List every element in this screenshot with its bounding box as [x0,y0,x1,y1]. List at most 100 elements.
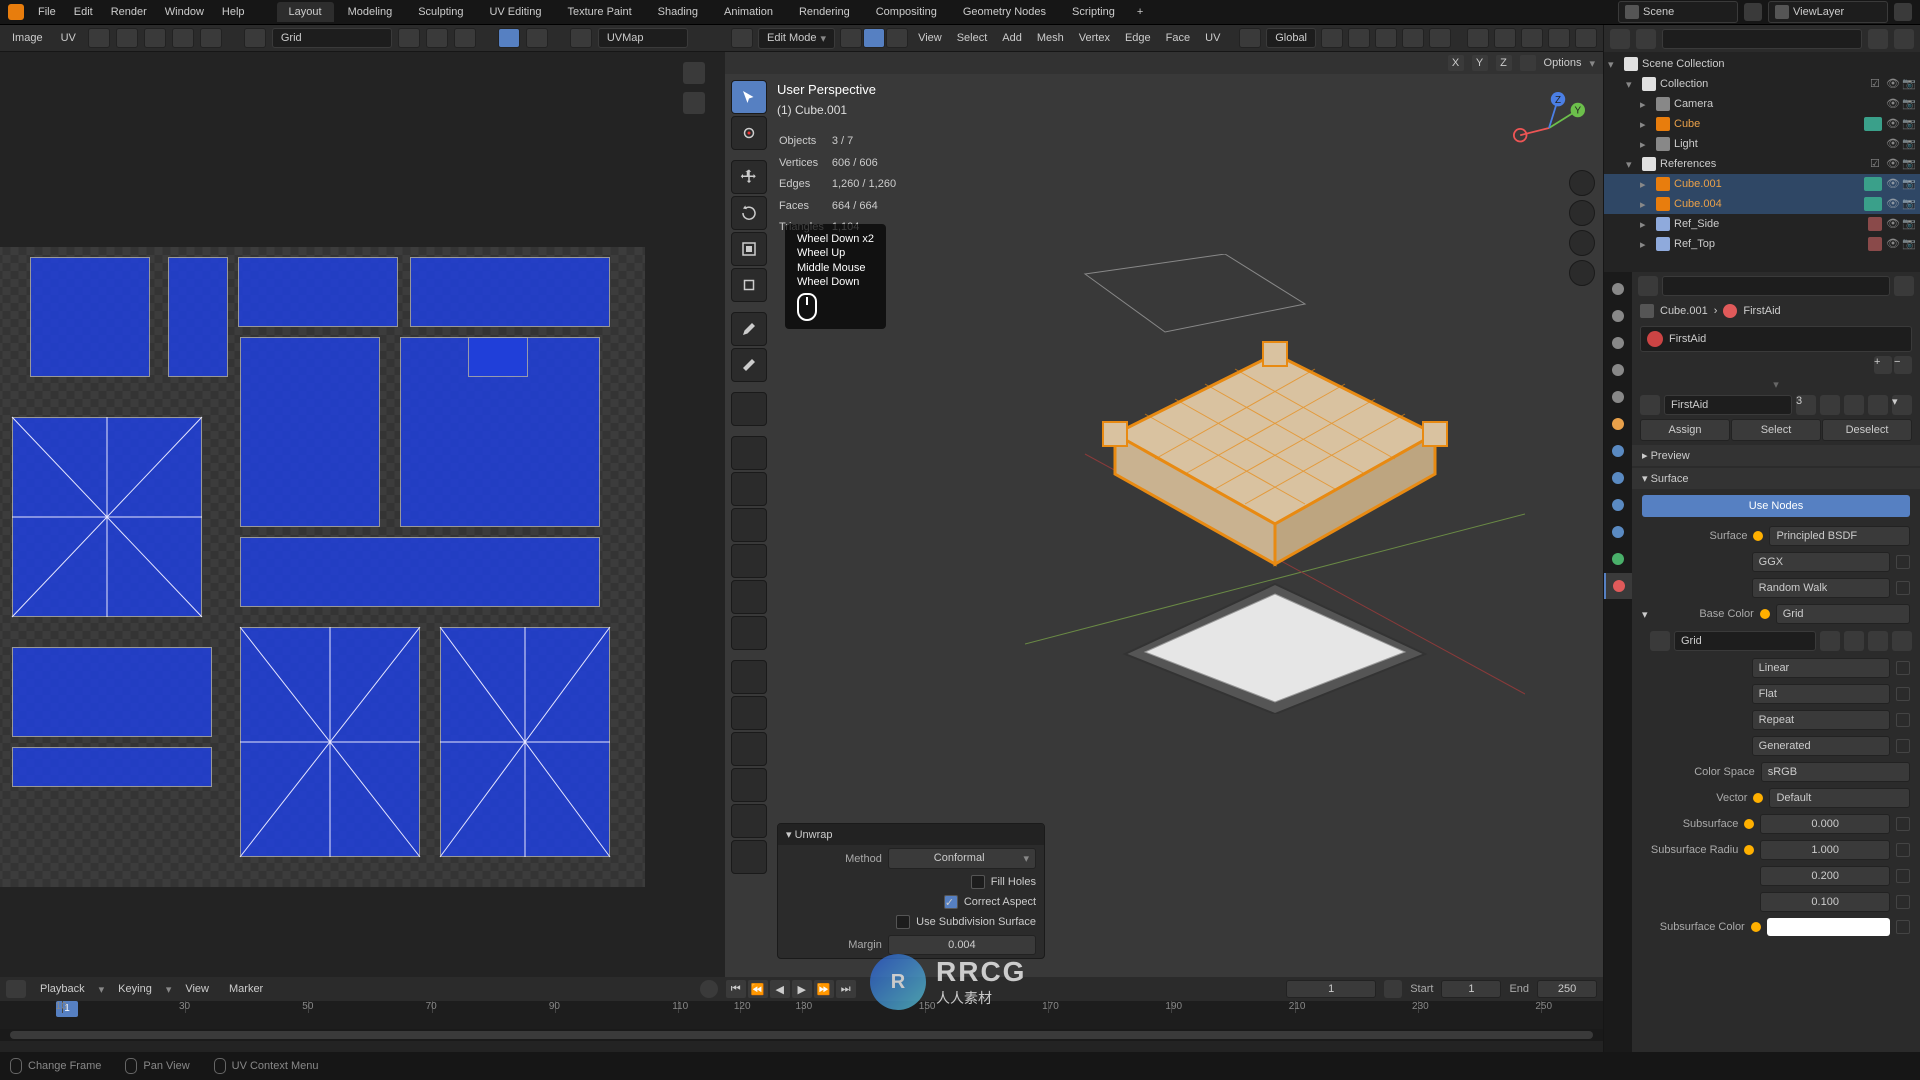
view-layer-new-button[interactable] [1894,3,1912,21]
uv-sync-icon[interactable] [683,62,705,84]
proportional-falloff-button[interactable] [1429,28,1451,48]
material-name-field[interactable]: FirstAid [1664,395,1792,415]
tool-scale[interactable] [731,232,767,266]
prev-keyframe[interactable]: ⏪ [748,980,768,998]
tree-camera[interactable]: ▸Camera👁📷 [1604,94,1920,114]
tree-cube[interactable]: ▸Cube👁📷 [1604,114,1920,134]
op-margin-field[interactable]: 0.004 [888,935,1036,955]
outliner-display-mode[interactable] [1636,29,1656,49]
tex-name-field[interactable]: Grid [1674,631,1816,651]
workspace-rendering[interactable]: Rendering [787,2,862,22]
tab-output[interactable] [1604,303,1632,329]
op-subsurf-checkbox[interactable] [896,915,910,929]
menu-edit[interactable]: Edit [66,2,101,22]
tab-physics[interactable] [1604,492,1632,518]
scene-new-button[interactable] [1744,3,1762,21]
tool-smooth[interactable] [731,696,767,730]
proportional-edit-button[interactable] [1402,28,1424,48]
tex-interp[interactable]: Linear [1752,658,1890,678]
menu-file[interactable]: File [30,2,64,22]
workspace-geometry-nodes[interactable]: Geometry Nodes [951,2,1058,22]
tool-add-cube[interactable] [731,392,767,426]
scene-selector[interactable]: Scene [1618,1,1738,23]
uv-map-selector[interactable]: UVMap [598,28,688,48]
tool-loop-cut[interactable] [731,544,767,578]
base-color-tex[interactable]: Grid [1776,604,1910,624]
view3d-menu-face[interactable]: Face [1161,29,1195,47]
tex-fake[interactable] [1820,631,1840,651]
perspective-toggle-button[interactable] [1569,260,1595,286]
tool-knife[interactable] [731,580,767,614]
deselect-button[interactable]: Deselect [1822,419,1912,441]
timeline-menu-keying[interactable]: Keying [112,980,158,998]
uv-image-new-button[interactable] [398,28,420,48]
material-fake-user[interactable] [1820,395,1840,415]
subsurf-radius-0[interactable]: 1.000 [1760,840,1890,860]
jump-end[interactable]: ⏭ [836,980,856,998]
tool-bevel[interactable] [731,508,767,542]
uv-menu-uv[interactable]: UV [55,29,82,47]
vector-input[interactable]: Default [1769,788,1910,808]
shading-solid-button[interactable] [1575,28,1597,48]
workspace-animation[interactable]: Animation [712,2,785,22]
uv-image-selector[interactable]: Grid [272,28,392,48]
timeline-ruler[interactable]: 1 1030507090110120130150170190210230250 [0,1001,1603,1029]
tab-world[interactable] [1604,384,1632,410]
tool-shear[interactable] [731,804,767,838]
tool-annotate[interactable] [731,312,767,346]
workspace-layout[interactable]: Layout [277,2,334,22]
op-fillholes-checkbox[interactable] [971,875,985,889]
panel-surface[interactable]: ▾ Surface [1632,468,1920,489]
uv-pin-button[interactable] [498,28,520,48]
tree-references[interactable]: ▾References☑👁📷 [1604,154,1920,174]
view-layer-selector[interactable]: ViewLayer [1768,1,1888,23]
use-preview-range[interactable] [1384,980,1402,998]
uv-pan-icon[interactable] [683,92,705,114]
outliner-new-collection[interactable] [1894,29,1914,49]
select-button[interactable]: Select [1731,419,1821,441]
workspace-modeling[interactable]: Modeling [336,2,405,22]
uv-overlay-button[interactable] [526,28,548,48]
tool-rotate[interactable] [731,196,767,230]
add-workspace-button[interactable]: + [1129,2,1151,22]
material-users[interactable]: 3 [1796,395,1816,415]
tree-cube-004[interactable]: ▸Cube.004👁📷 [1604,194,1920,214]
transform-orientation-icon[interactable] [1239,28,1261,48]
props-pin[interactable] [1638,276,1658,296]
snap-toggle-button[interactable] [1348,28,1370,48]
camera-view-button[interactable] [1569,230,1595,256]
next-keyframe[interactable]: ⏩ [814,980,834,998]
transform-orientation[interactable]: Global [1266,28,1316,48]
material-slot-add[interactable]: + [1874,356,1892,374]
color-space[interactable]: sRGB [1761,762,1910,782]
tab-particles[interactable] [1604,465,1632,491]
workspace-sculpting[interactable]: Sculpting [406,2,475,22]
subsurf-radius-1[interactable]: 0.200 [1760,866,1890,886]
view3d-menu-view[interactable]: View [913,29,947,47]
tab-mesh[interactable] [1604,546,1632,572]
play[interactable]: ▶ [792,980,812,998]
workspace-compositing[interactable]: Compositing [864,2,949,22]
tool-inset[interactable] [731,472,767,506]
assign-button[interactable]: Assign [1640,419,1730,441]
tree-cube-001[interactable]: ▸Cube.001👁📷 [1604,174,1920,194]
tree-collection[interactable]: ▾Collection☑👁📷 [1604,74,1920,94]
tex-open[interactable] [1868,631,1888,651]
navigation-gizmo[interactable]: Y Z [1513,92,1585,164]
tab-viewlayer[interactable] [1604,330,1632,356]
panel-preview[interactable]: ▸ Preview [1632,445,1920,466]
material-slot[interactable]: FirstAid [1640,326,1912,352]
tool-spin[interactable] [731,660,767,694]
editor-type-button[interactable] [731,28,753,48]
tool-poly-build[interactable] [731,616,767,650]
view3d-menu-mesh[interactable]: Mesh [1032,29,1069,47]
uv-image-browse-button[interactable] [244,28,266,48]
timeline-menu-playback[interactable]: Playback [34,980,91,998]
tex-projection[interactable]: Flat [1752,684,1890,704]
gizmo-toggle-button[interactable] [1467,28,1489,48]
auto-merge[interactable] [1520,55,1536,71]
tab-render[interactable] [1604,276,1632,302]
select-mode-vertex[interactable] [840,28,862,48]
viewport-3d[interactable]: User Perspective (1) Cube.001 Objects3 /… [725,74,1603,977]
uv-proportional-button[interactable] [172,28,194,48]
